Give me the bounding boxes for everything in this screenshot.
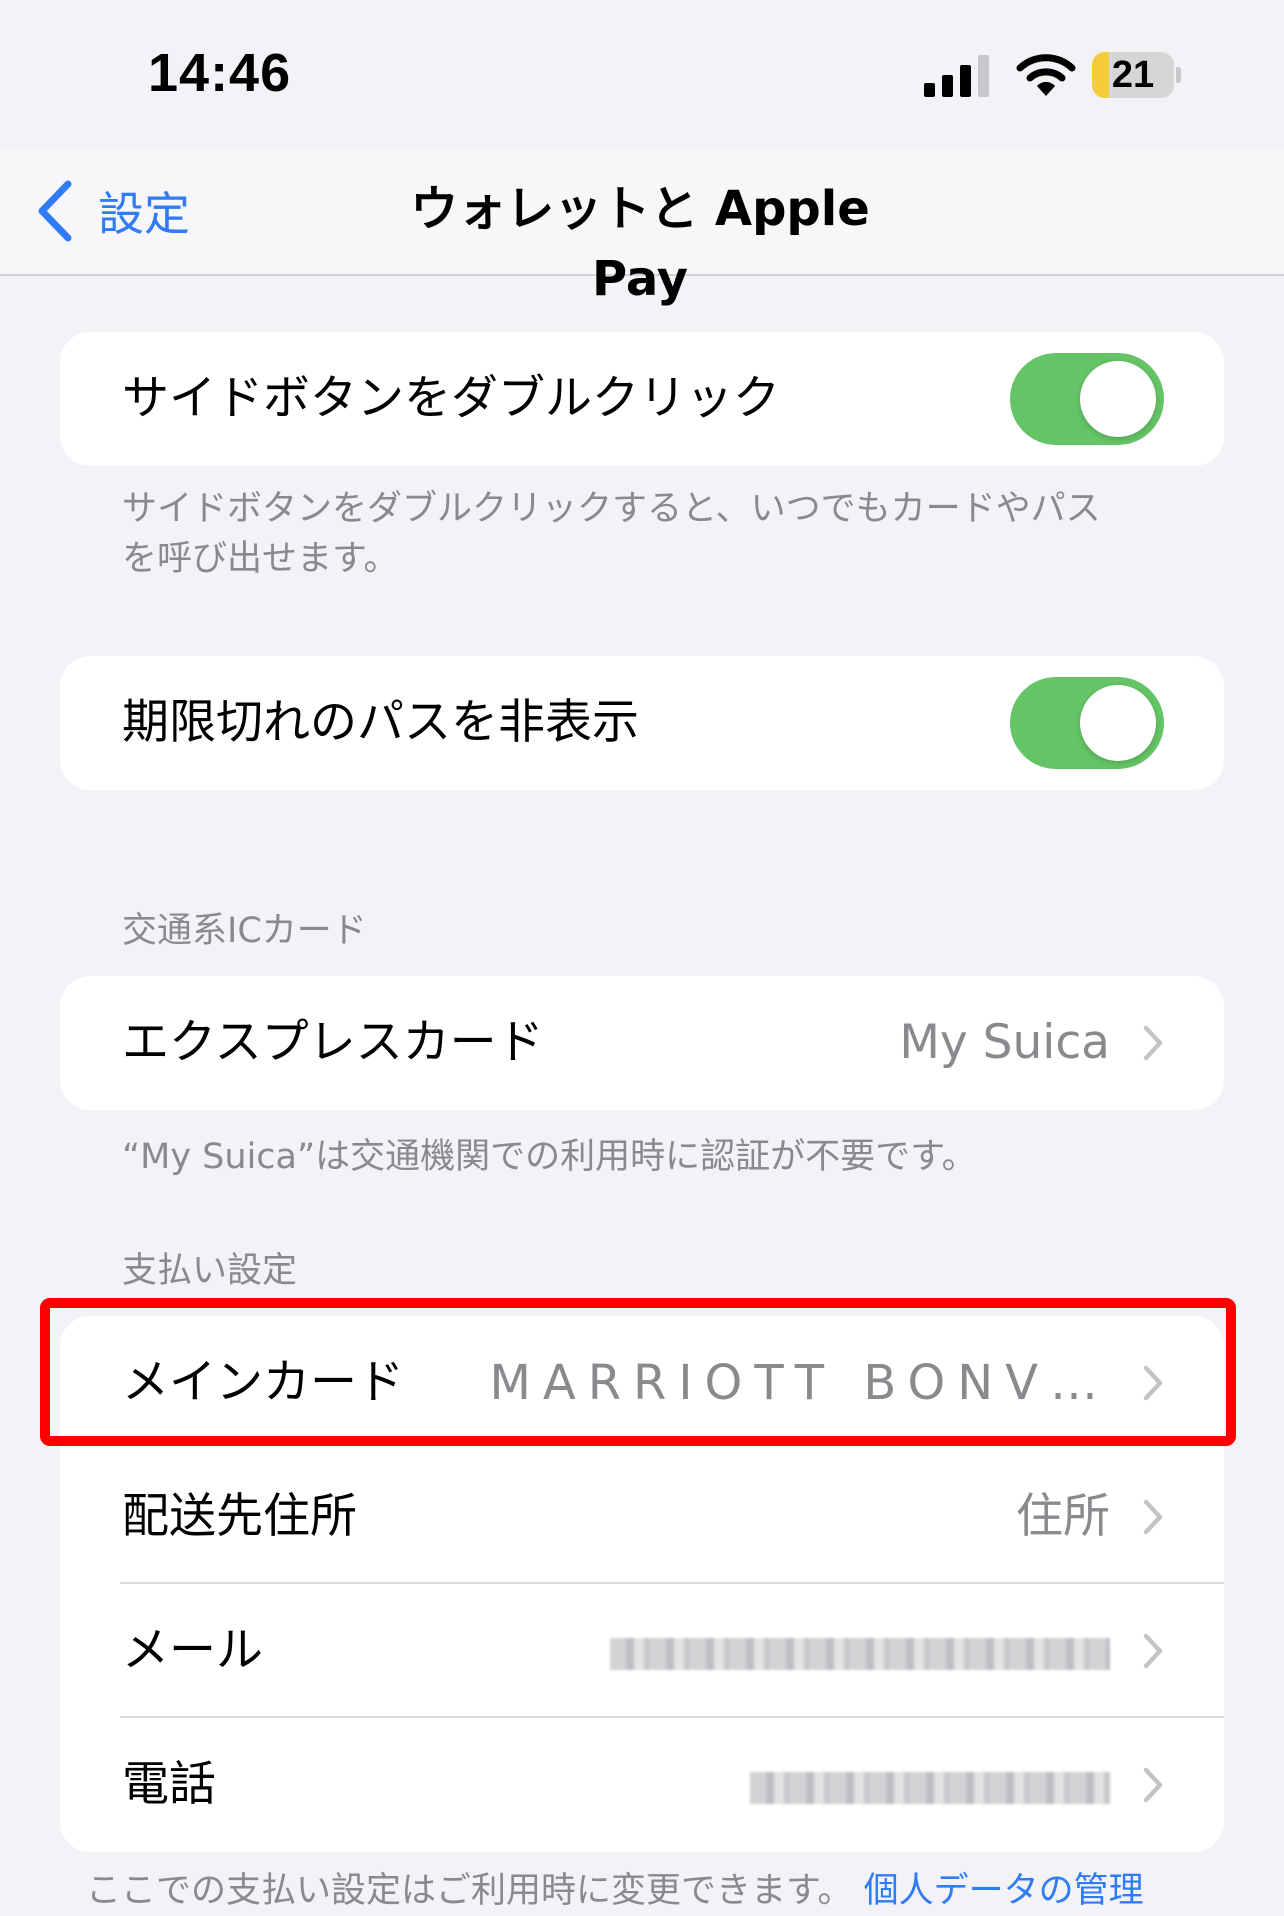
status-time: 14:46 [148,43,292,103]
chevron-right-icon [1143,1633,1163,1669]
transit-note: “My Suica”は交通機関での利用時に認証が不要です。 [122,1137,977,1177]
battery-percent: 21 [1111,54,1155,96]
battery-tip [1176,67,1181,83]
chevron-right-icon [1143,1499,1163,1535]
shipping-address-row[interactable]: 配送先住所 住所 [60,1450,1224,1584]
main-card-label: メインカード [122,1355,404,1410]
back-button[interactable]: 設定 [36,176,190,246]
chevron-right-icon [1143,1365,1163,1401]
double-click-note-line1: サイドボタンをダブルクリックすると、いつでもカードやパス [122,489,1101,529]
shipping-address-label: 配送先住所 [122,1489,357,1544]
phone-value-redacted [750,1718,1110,1852]
hide-expired-label: 期限切れのパスを非表示 [122,695,639,750]
status-bar: 14:46 21 [0,0,1284,150]
express-card-value: My Suica [899,1015,1110,1070]
cellular-signal-icon [924,55,989,97]
double-click-note-line2: を呼び出せます。 [122,539,399,579]
footer-text: ここでの支払い設定はご利用時に変更できます。 [86,1871,853,1911]
payment-section-header: 支払い設定 [122,1251,298,1291]
double-click-row: サイドボタンをダブルクリック [60,332,1224,466]
wifi-icon [1016,54,1076,96]
hide-expired-row: 期限切れのパスを非表示 [60,656,1224,790]
navigation-bar: 設定 ウォレットと Apple Pay [0,150,1284,307]
back-label: 設定 [98,187,190,241]
main-card-row[interactable]: メインカード MARRIOTT BONV… [60,1316,1224,1450]
double-click-toggle[interactable] [1010,353,1164,445]
double-click-note: サイドボタンをダブルクリックすると、いつでもカードやパス を呼び出せます。 [122,484,1172,584]
payment-footer: ここでの支払い設定はご利用時に変更できます。 個人データの管理 [86,1866,1144,1916]
double-click-group: サイドボタンをダブルクリック [60,332,1224,466]
double-click-label: サイドボタンをダブルクリック [122,371,780,426]
email-label: メール [122,1623,263,1678]
transit-group: エクスプレスカード My Suica [60,976,1224,1110]
express-card-label: エクスプレスカード [122,1015,544,1070]
privacy-link[interactable]: 個人データの管理 [864,1871,1144,1911]
phone-row[interactable]: 電話 [60,1718,1224,1852]
payment-group: メインカード MARRIOTT BONV… 配送先住所 住所 メール 電話 [60,1316,1224,1852]
page-title: ウォレットと Apple Pay [410,181,870,307]
hide-expired-toggle[interactable] [1010,677,1164,769]
hide-expired-group: 期限切れのパスを非表示 [60,656,1224,790]
email-value-redacted [610,1584,1110,1718]
toggle-knob [1080,361,1156,437]
shipping-address-value: 住所 [1016,1489,1110,1544]
email-row[interactable]: メール [60,1584,1224,1718]
transit-section-header: 交通系ICカード [122,911,367,951]
chevron-left-icon [38,180,72,242]
express-card-row[interactable]: エクスプレスカード My Suica [60,976,1224,1110]
toggle-knob [1080,685,1156,761]
battery-indicator: 21 [1092,52,1181,98]
main-card-value: MARRIOTT BONV… [489,1355,1110,1411]
chevron-right-icon [1143,1767,1163,1803]
chevron-right-icon [1143,1025,1163,1061]
phone-label: 電話 [122,1757,216,1812]
